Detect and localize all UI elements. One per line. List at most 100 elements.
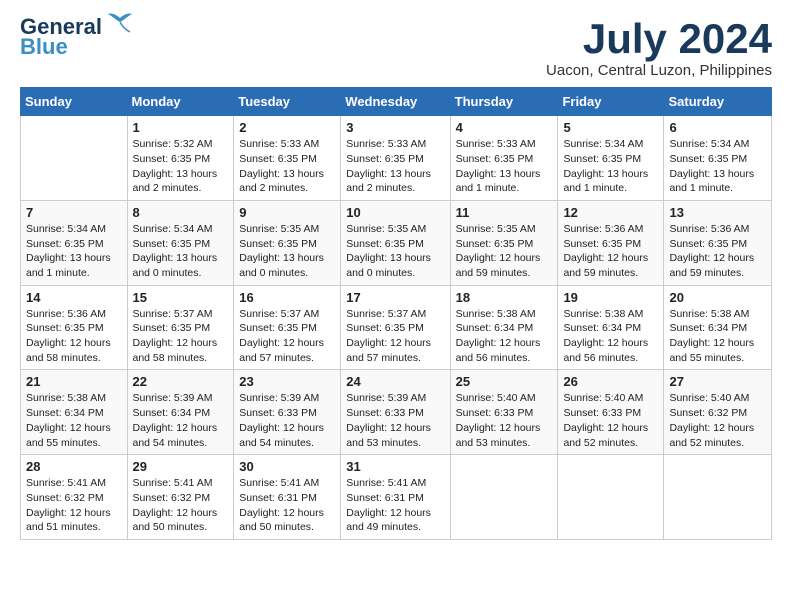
day-info: Sunrise: 5:41 AMSunset: 6:31 PMDaylight:… [346,476,444,535]
day-number: 3 [346,120,444,135]
calendar-cell: 5Sunrise: 5:34 AMSunset: 6:35 PMDaylight… [558,116,664,201]
day-info: Sunrise: 5:35 AMSunset: 6:35 PMDaylight:… [456,222,553,281]
location-subtitle: Uacon, Central Luzon, Philippines [546,62,772,79]
calendar-cell: 6Sunrise: 5:34 AMSunset: 6:35 PMDaylight… [664,116,772,201]
calendar-cell: 30 Sunrise: 5:41 AMSunset: 6:31 PMDayligh… [234,455,341,540]
calendar-cell: 13 Sunrise: 5:36 AMSunset: 6:35 PMDayligh… [664,200,772,285]
calendar-cell: 4 Sunrise: 5:33 AMSunset: 6:35 PMDaylight… [450,116,558,201]
day-number: 22 [133,374,229,389]
day-number: 31 [346,459,444,474]
day-info: Sunrise: 5:37 AMSunset: 6:35 PMDaylight:… [133,307,229,366]
calendar-cell: 28Sunrise: 5:41 AMSunset: 6:32 PMDayligh… [21,455,128,540]
logo-blue: Blue [20,34,68,59]
calendar-cell: 23 Sunrise: 5:39 AMSunset: 6:33 PMDayligh… [234,370,341,455]
day-number: 7 [26,205,122,220]
calendar-cell: 7Sunrise: 5:34 AMSunset: 6:35 PMDaylight… [21,200,128,285]
day-info: Sunrise: 5:34 AMSunset: 6:35 PMDaylight:… [669,137,766,196]
day-info: Sunrise: 5:33 AMSunset: 6:35 PMDaylight:… [456,137,553,196]
calendar-cell: 11 Sunrise: 5:35 AMSunset: 6:35 PMDayligh… [450,200,558,285]
calendar-cell [558,455,664,540]
calendar-cell [450,455,558,540]
month-year-title: July 2024 [546,16,772,62]
day-number: 20 [669,290,766,305]
calendar-cell: 26 Sunrise: 5:40 AMSunset: 6:33 PMDayligh… [558,370,664,455]
calendar-cell: 3Sunrise: 5:33 AMSunset: 6:35 PMDaylight… [341,116,450,201]
weekday-header-row: SundayMondayTuesdayWednesdayThursdayFrid… [21,88,772,116]
day-number: 25 [456,374,553,389]
day-info: Sunrise: 5:35 AMSunset: 6:35 PMDaylight:… [346,222,444,281]
day-info: Sunrise: 5:34 AMSunset: 6:35 PMDaylight:… [563,137,658,196]
day-number: 30 [239,459,335,474]
day-number: 18 [456,290,553,305]
calendar-week-row-2: 7 Sunrise: 5:34 AMSunset: 6:35 PMDaylight… [21,200,772,285]
calendar-cell: 16 Sunrise: 5:37 AMSunset: 6:35 PMDayligh… [234,285,341,370]
day-number: 16 [239,290,335,305]
calendar-cell: 8Sunrise: 5:34 AMSunset: 6:35 PMDaylight… [127,200,234,285]
day-number: 2 [239,120,335,135]
calendar-week-row-4: 21 Sunrise: 5:38 AMSunset: 6:34 PMDayligh… [21,370,772,455]
day-info: Sunrise: 5:36 AMSunset: 6:35 PMDaylight:… [669,222,766,281]
calendar-cell [664,455,772,540]
calendar-cell [21,116,128,201]
day-info: Sunrise: 5:35 AMSunset: 6:35 PMDaylight:… [239,222,335,281]
day-number: 17 [346,290,444,305]
day-info: Sunrise: 5:38 AMSunset: 6:34 PMDaylight:… [456,307,553,366]
day-info: Sunrise: 5:39 AMSunset: 6:33 PMDaylight:… [346,391,444,450]
day-info: Sunrise: 5:32 AMSunset: 6:35 PMDaylight:… [133,137,229,196]
day-info: Sunrise: 5:38 AMSunset: 6:34 PMDaylight:… [26,391,122,450]
day-number: 24 [346,374,444,389]
day-info: Sunrise: 5:41 AMSunset: 6:31 PMDaylight:… [239,476,335,535]
calendar-cell: 2Sunrise: 5:33 AMSunset: 6:35 PMDaylight… [234,116,341,201]
day-number: 23 [239,374,335,389]
day-info: Sunrise: 5:34 AMSunset: 6:35 PMDaylight:… [133,222,229,281]
calendar-cell: 1Sunrise: 5:32 AMSunset: 6:35 PMDaylight… [127,116,234,201]
calendar-cell: 18 Sunrise: 5:38 AMSunset: 6:34 PMDayligh… [450,285,558,370]
weekday-header-tuesday: Tuesday [234,88,341,116]
day-number: 19 [563,290,658,305]
day-number: 14 [26,290,122,305]
day-info: Sunrise: 5:37 AMSunset: 6:35 PMDaylight:… [239,307,335,366]
weekday-header-sunday: Sunday [21,88,128,116]
calendar-cell: 31 Sunrise: 5:41 AMSunset: 6:31 PMDayligh… [341,455,450,540]
day-info: Sunrise: 5:40 AMSunset: 6:33 PMDaylight:… [456,391,553,450]
day-info: Sunrise: 5:38 AMSunset: 6:34 PMDaylight:… [669,307,766,366]
logo-bird-icon [104,12,136,34]
calendar-cell: 22 Sunrise: 5:39 AMSunset: 6:34 PMDayligh… [127,370,234,455]
day-info: Sunrise: 5:38 AMSunset: 6:34 PMDaylight:… [563,307,658,366]
calendar-cell: 29Sunrise: 5:41 AMSunset: 6:32 PMDayligh… [127,455,234,540]
day-number: 26 [563,374,658,389]
day-info: Sunrise: 5:40 AMSunset: 6:33 PMDaylight:… [563,391,658,450]
day-number: 29 [133,459,229,474]
calendar-cell: 21 Sunrise: 5:38 AMSunset: 6:34 PMDayligh… [21,370,128,455]
calendar-cell: 17 Sunrise: 5:37 AMSunset: 6:35 PMDayligh… [341,285,450,370]
weekday-header-friday: Friday [558,88,664,116]
day-info: Sunrise: 5:39 AMSunset: 6:34 PMDaylight:… [133,391,229,450]
weekday-header-monday: Monday [127,88,234,116]
calendar-table: SundayMondayTuesdayWednesdayThursdayFrid… [20,87,772,540]
day-info: Sunrise: 5:39 AMSunset: 6:33 PMDaylight:… [239,391,335,450]
day-number: 10 [346,205,444,220]
calendar-cell: 10 Sunrise: 5:35 AMSunset: 6:35 PMDayligh… [341,200,450,285]
day-number: 15 [133,290,229,305]
day-info: Sunrise: 5:40 AMSunset: 6:32 PMDaylight:… [669,391,766,450]
logo: General Blue [20,16,136,58]
day-number: 4 [456,120,553,135]
day-number: 21 [26,374,122,389]
calendar-cell: 15 Sunrise: 5:37 AMSunset: 6:35 PMDayligh… [127,285,234,370]
calendar-cell: 9Sunrise: 5:35 AMSunset: 6:35 PMDaylight… [234,200,341,285]
calendar-week-row-1: 1Sunrise: 5:32 AMSunset: 6:35 PMDaylight… [21,116,772,201]
weekday-header-saturday: Saturday [664,88,772,116]
day-info: Sunrise: 5:36 AMSunset: 6:35 PMDaylight:… [563,222,658,281]
calendar-cell: 20 Sunrise: 5:38 AMSunset: 6:34 PMDayligh… [664,285,772,370]
day-number: 13 [669,205,766,220]
calendar-cell: 19 Sunrise: 5:38 AMSunset: 6:34 PMDayligh… [558,285,664,370]
title-block: July 2024 Uacon, Central Luzon, Philippi… [546,16,772,79]
calendar-cell: 12Sunrise: 5:36 AMSunset: 6:35 PMDayligh… [558,200,664,285]
page-header: General Blue July 2024 Uacon, Central Lu… [20,16,772,79]
calendar-week-row-5: 28Sunrise: 5:41 AMSunset: 6:32 PMDayligh… [21,455,772,540]
day-number: 11 [456,205,553,220]
calendar-cell: 24 Sunrise: 5:39 AMSunset: 6:33 PMDayligh… [341,370,450,455]
day-info: Sunrise: 5:37 AMSunset: 6:35 PMDaylight:… [346,307,444,366]
weekday-header-thursday: Thursday [450,88,558,116]
calendar-cell: 25 Sunrise: 5:40 AMSunset: 6:33 PMDayligh… [450,370,558,455]
